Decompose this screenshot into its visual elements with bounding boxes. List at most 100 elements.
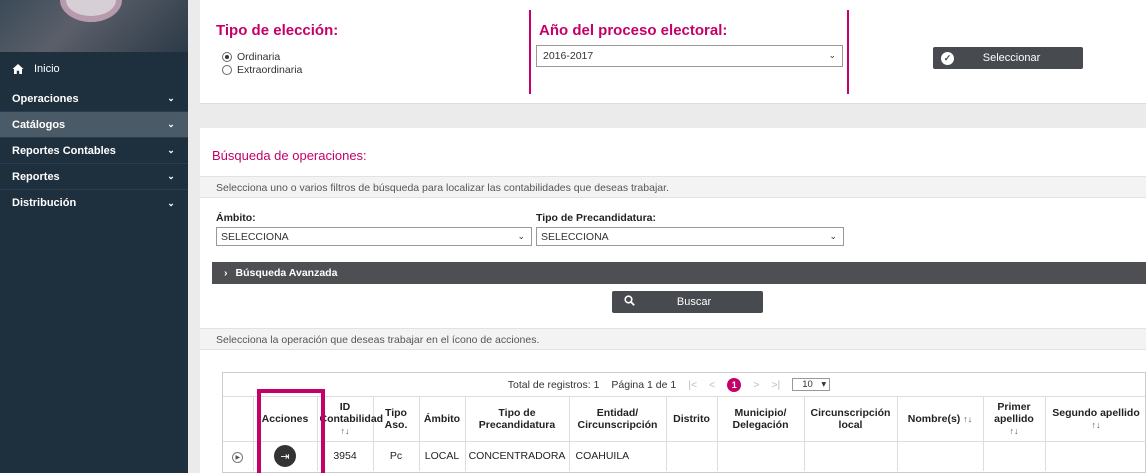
radio-button[interactable] [222, 52, 232, 62]
sidebar-item-catalogos[interactable]: Catálogos ⌄ [0, 112, 188, 138]
sidebar-item-operaciones[interactable]: Operaciones ⌄ [0, 86, 188, 112]
radio-label: Extraordinaria [237, 64, 303, 76]
col-tipo-precandidatura: Tipo de Precandidatura [465, 397, 570, 442]
col-distrito: Distrito [666, 397, 718, 442]
ambito-label: Ámbito: [216, 212, 256, 224]
expand-cell[interactable]: ▶ [223, 441, 254, 471]
radio-label: Ordinaria [237, 51, 281, 63]
sidebar-item-reportes-contables[interactable]: Reportes Contables ⌄ [0, 138, 188, 164]
chevron-down-icon: ⌄ [167, 93, 175, 103]
sidebar-item-label: Operaciones [12, 92, 79, 105]
col-municipio: Municipio/ Delegación [717, 397, 805, 442]
col-circunscripcion-local: Circunscripción local [804, 397, 898, 442]
cell-distrito [666, 441, 718, 471]
sidebar-item-home[interactable]: Inicio [0, 52, 188, 86]
col-ambito: Ámbito [419, 397, 466, 442]
cell-id: 3954 [317, 441, 374, 471]
radio-ordinaria[interactable]: Ordinaria [222, 51, 280, 63]
col-label: Tipo de Precandidatura [478, 406, 556, 431]
cell-tipo-precandidatura: CONCENTRADORA [465, 441, 570, 471]
pagination: Total de registros: 1 Página 1 de 1 |< <… [223, 373, 1145, 397]
results-table: Total de registros: 1 Página 1 de 1 |< <… [222, 372, 1146, 473]
chevron-down-icon: ⌄ [167, 171, 175, 181]
precandidatura-label-text: Tipo de Precandidatura [536, 212, 653, 224]
col-primer-apellido[interactable]: Primer apellido ↑↓ [983, 397, 1046, 442]
actions-cell[interactable]: ⇥ [253, 441, 318, 471]
last-page-icon[interactable]: >| [771, 379, 780, 391]
ambito-label-text: Ámbito [216, 212, 253, 224]
seleccionar-button[interactable]: ✓ Seleccionar [933, 47, 1083, 69]
expand-row-icon[interactable]: ▶ [232, 451, 244, 463]
cell-tipo-aso: Pc [373, 441, 420, 471]
ambito-value: SELECCIONA [221, 231, 289, 243]
cell-circunscripcion-local [804, 441, 898, 471]
col-acciones: Acciones [253, 397, 318, 442]
sidebar-header-image [0, 0, 188, 52]
sidebar-item-label: Reportes [12, 170, 60, 183]
precandidatura-label: Tipo de Precandidatura: [536, 212, 656, 224]
first-page-icon[interactable]: |< [688, 379, 697, 391]
page-size-value: 10 [802, 379, 813, 390]
sort-icon[interactable]: ↑↓ [963, 414, 972, 424]
ambito-select[interactable]: SELECCIONA ⌄ [216, 227, 532, 246]
filter-hint: Selecciona uno o varios filtros de búsqu… [200, 176, 1146, 198]
col-label: Entidad/ Circunscripción [577, 406, 658, 431]
sidebar-item-label: Reportes Contables [12, 144, 116, 157]
prev-page-icon[interactable]: < [709, 379, 715, 391]
chevron-down-icon: ⌄ [517, 231, 525, 241]
col-label: Circunscripción local [810, 406, 891, 431]
process-year-value: 2016-2017 [543, 50, 594, 62]
table-row[interactable]: ▶ ⇥ 3954 Pc LOCAL CONCENTRADORA COAHUILA [223, 441, 1146, 471]
sidebar-item-reportes[interactable]: Reportes ⌄ [0, 164, 188, 190]
col-nombres[interactable]: Nombre(s) ↑↓ [897, 397, 984, 442]
check-icon: ✓ [941, 51, 954, 65]
sort-icon[interactable]: ↑↓ [1010, 426, 1019, 436]
cell-segundo-apellido [1045, 441, 1146, 471]
search-panel: Búsqueda de operaciones: Selecciona uno … [200, 128, 1146, 473]
actions-icon[interactable]: ⇥ [274, 445, 296, 468]
chevron-down-icon: ⌄ [828, 50, 836, 60]
chevron-down-icon: ⌄ [829, 231, 837, 241]
col-label: Tipo Aso. [384, 406, 408, 431]
next-page-icon[interactable]: > [753, 379, 759, 391]
advanced-search-label: Búsqueda Avanzada [235, 267, 338, 279]
sidebar: Inicio Operaciones ⌄ Catálogos ⌄ Reporte… [0, 0, 188, 473]
cell-municipio [717, 441, 805, 471]
precandidatura-select[interactable]: SELECCIONA ⌄ [536, 227, 844, 246]
precandidatura-value: SELECCIONA [541, 231, 609, 243]
cell-primer-apellido [983, 441, 1046, 471]
col-label: Primer apellido [994, 400, 1034, 425]
sidebar-item-label: Catálogos [12, 118, 66, 131]
page-size-select[interactable]: 10 ▾ [792, 378, 831, 391]
buscar-button[interactable]: Buscar [612, 291, 763, 313]
col-label: Municipio/ Delegación [732, 406, 789, 431]
process-year-select[interactable]: 2016-2017 ⌄ [536, 45, 843, 67]
buscar-label: Buscar [676, 296, 712, 308]
total-records: Total de registros: 1 [507, 378, 600, 391]
col-label: Ámbito [423, 412, 461, 425]
radio-extraordinaria[interactable]: Extraordinaria [222, 64, 302, 76]
current-page[interactable]: 1 [727, 377, 742, 392]
operation-hint: Selecciona la operación que deseas traba… [200, 328, 1146, 350]
sidebar-item-label: Distribución [12, 197, 77, 209]
col-label: Nombre(s) [907, 412, 961, 425]
avatar [60, 0, 122, 22]
col-label: Distrito [673, 412, 710, 425]
col-label: Segundo apellido [1052, 406, 1140, 419]
seleccionar-label: Seleccionar [982, 52, 1041, 64]
page-indicator: Página 1 de 1 [611, 378, 677, 391]
radio-button[interactable] [222, 65, 232, 75]
results-grid: Acciones ID Contabilidad ↑↓ Tipo Aso. Ámb… [223, 397, 1146, 471]
col-id-contabilidad[interactable]: ID Contabilidad ↑↓ [317, 397, 383, 442]
sort-icon[interactable]: ↑↓ [1092, 420, 1101, 430]
col-segundo-apellido[interactable]: Segundo apellido ↑↓ [1045, 397, 1146, 442]
table-header-row: Acciones ID Contabilidad ↑↓ Tipo Aso. Ámb… [223, 397, 1146, 442]
advanced-search-toggle[interactable]: › Búsqueda Avanzada [212, 262, 1146, 284]
col-expand [223, 397, 254, 442]
search-icon [624, 295, 635, 309]
sort-icon[interactable]: ↑↓ [341, 426, 350, 436]
chevron-down-icon: ⌄ [167, 145, 175, 155]
home-icon [12, 63, 24, 75]
divider [529, 10, 531, 94]
sidebar-item-distribucion[interactable]: Distribución ⌄ [0, 190, 188, 216]
